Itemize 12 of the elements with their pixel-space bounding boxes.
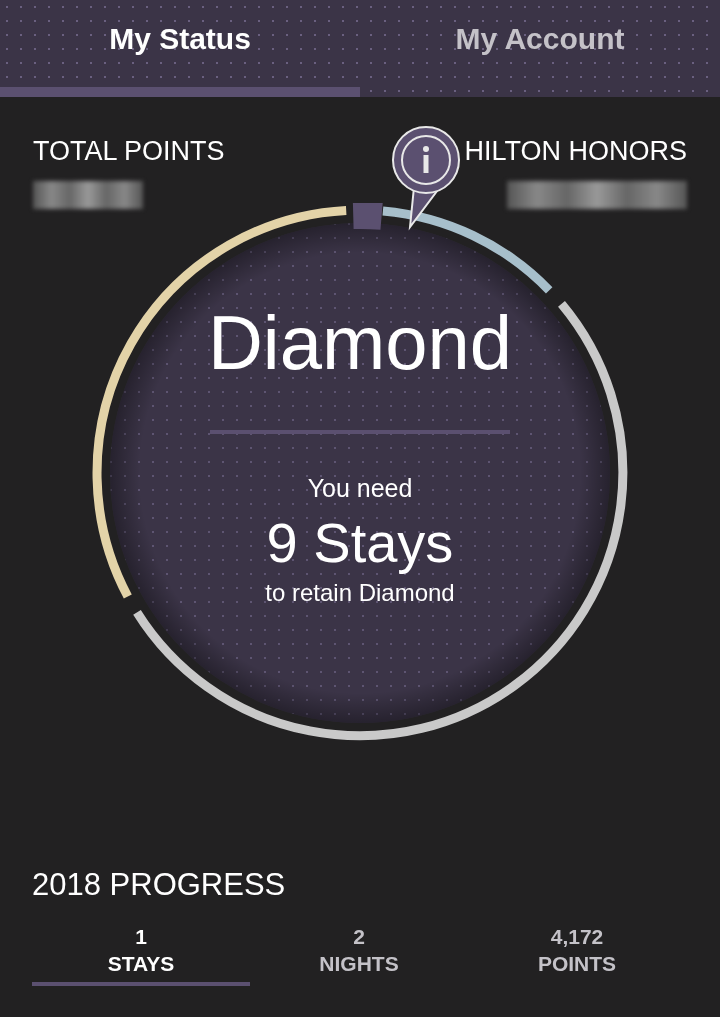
tab[interactable]: My Account <box>360 0 720 97</box>
tier-title: Diamond <box>207 299 513 387</box>
info-icon[interactable] <box>390 125 462 231</box>
retain-text: to retain Diamond <box>265 578 455 608</box>
stat-tab[interactable]: 4,172 POINTS <box>468 924 686 986</box>
membership-label: HILTON HONORS <box>464 135 687 167</box>
stat-tab[interactable]: 2 NIGHTS <box>250 924 468 986</box>
need-text: You need <box>307 473 413 504</box>
stays-needed: 9 Stays <box>266 510 454 576</box>
section-title: 2018 PROGRESS <box>32 866 287 904</box>
stat-tab[interactable]: 1 STAYS <box>32 924 250 986</box>
total-points-label: TOTAL POINTS <box>33 135 225 167</box>
